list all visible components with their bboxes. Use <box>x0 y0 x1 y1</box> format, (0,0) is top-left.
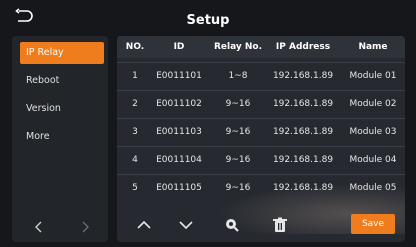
cell-id: E0011104 <box>156 155 202 165</box>
cell-id: E0011103 <box>156 127 202 137</box>
sidebar-pager <box>12 216 108 238</box>
table-row[interactable]: 1 E0011101 1~8 192.168.1.89 Module 01 <box>117 62 405 90</box>
cell-ip: 192.168.1.89 <box>272 99 334 109</box>
page-title: Setup <box>186 13 230 28</box>
save-button[interactable]: Save <box>351 214 395 234</box>
cell-ip: 192.168.1.89 <box>272 71 334 81</box>
cell-ip: 192.168.1.89 <box>272 183 334 193</box>
sidebar-item-more[interactable]: More <box>20 126 104 148</box>
cell-name: Module 03 <box>349 127 397 137</box>
cell-name: Module 05 <box>349 183 397 193</box>
cell-id: E0011105 <box>156 183 202 193</box>
chevron-up-icon[interactable] <box>135 217 153 233</box>
sidebar-item-version[interactable]: Version <box>20 98 104 120</box>
cell-relay: 9~16 <box>225 99 251 109</box>
cell-id: E0011101 <box>156 71 202 81</box>
column-header-no: NO. <box>125 42 145 52</box>
column-header-id: ID <box>173 42 185 52</box>
relay-table-panel: NO. ID Relay No. IP Address Name 1 E0011… <box>117 36 405 242</box>
chevron-right-icon[interactable] <box>78 220 92 234</box>
sidebar-item-ip-relay[interactable]: IP Relay <box>20 42 104 64</box>
delete-icon[interactable] <box>271 217 289 233</box>
cell-name: Module 01 <box>349 71 397 81</box>
table-row[interactable]: 4 E0011104 9~16 192.168.1.89 Module 04 <box>117 146 405 174</box>
sidebar: IP Relay Reboot Version More <box>12 36 108 242</box>
cell-name: Module 02 <box>349 99 397 109</box>
cell-ip: 192.168.1.89 <box>272 155 334 165</box>
column-header-name: Name <box>358 42 388 52</box>
table-row[interactable]: 3 E0011103 9~16 192.168.1.89 Module 03 <box>117 118 405 146</box>
chevron-left-icon[interactable] <box>32 220 46 234</box>
cell-relay: 9~16 <box>225 127 251 137</box>
table-header: NO. ID Relay No. IP Address Name <box>117 36 405 58</box>
cell-name: Module 04 <box>349 155 397 165</box>
table-toolbar: Save <box>117 208 405 242</box>
cell-id: E0011102 <box>156 99 202 109</box>
search-icon[interactable] <box>223 217 241 233</box>
cell-no: 5 <box>132 183 138 193</box>
cell-no: 1 <box>132 71 138 81</box>
cell-no: 3 <box>132 127 138 137</box>
column-header-relay: Relay No. <box>213 42 263 52</box>
table-row[interactable]: 5 E0011105 9~16 192.168.1.89 Module 05 <box>117 174 405 202</box>
sidebar-item-reboot[interactable]: Reboot <box>20 70 104 92</box>
cell-no: 4 <box>132 155 138 165</box>
table-row[interactable]: 2 E0011102 9~16 192.168.1.89 Module 02 <box>117 90 405 118</box>
cell-relay: 1~8 <box>228 71 248 81</box>
cell-relay: 9~16 <box>225 155 251 165</box>
chevron-down-icon[interactable] <box>177 217 195 233</box>
column-header-ip: IP Address <box>275 42 331 52</box>
cell-ip: 192.168.1.89 <box>272 127 334 137</box>
cell-no: 2 <box>132 99 138 109</box>
cell-relay: 9~16 <box>225 183 251 193</box>
top-bar: Setup <box>0 0 416 36</box>
